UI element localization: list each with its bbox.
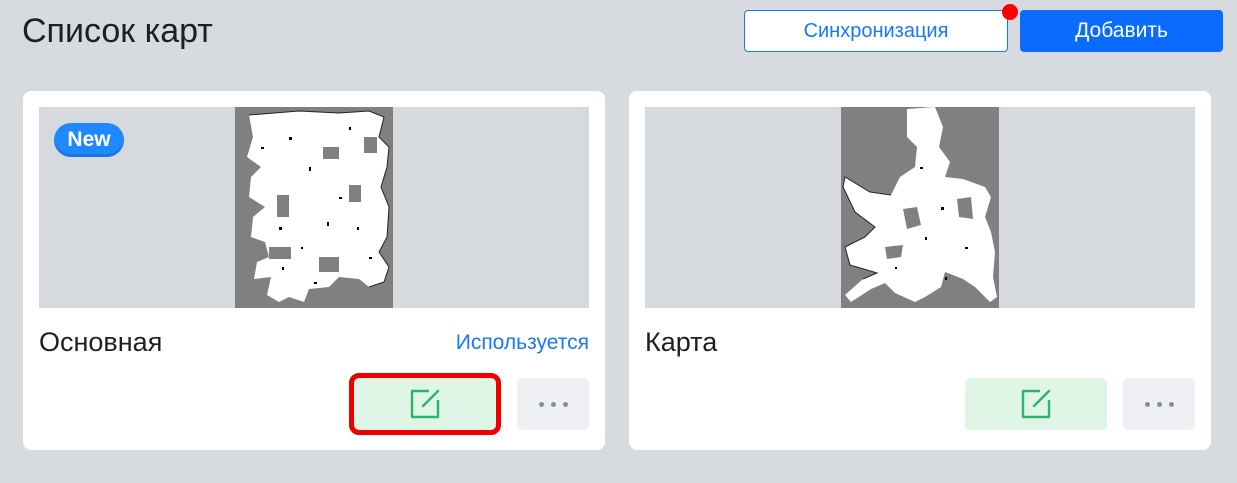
edit-button[interactable]	[349, 373, 501, 435]
new-badge: New	[54, 123, 124, 157]
map-preview[interactable]	[645, 107, 1195, 308]
map-card: New Основная Используется	[23, 91, 605, 450]
edit-icon	[410, 389, 440, 419]
sync-button[interactable]: Синхронизация	[744, 10, 1008, 52]
edit-button[interactable]	[965, 378, 1107, 430]
add-map-button[interactable]: Добавить	[1020, 10, 1223, 52]
more-button[interactable]	[517, 378, 589, 430]
notification-dot	[1002, 4, 1018, 20]
page-title: Список карт	[22, 12, 213, 50]
more-icon	[538, 401, 568, 407]
more-button[interactable]	[1123, 378, 1195, 430]
map-preview[interactable]: New	[39, 107, 589, 308]
map-name: Карта	[645, 327, 718, 357]
more-icon	[1144, 401, 1174, 407]
edit-icon	[1021, 389, 1051, 419]
map-image	[841, 107, 999, 308]
status-in-use: Используется	[455, 331, 589, 354]
map-name: Основная	[39, 327, 163, 357]
map-card: Карта	[629, 91, 1211, 450]
